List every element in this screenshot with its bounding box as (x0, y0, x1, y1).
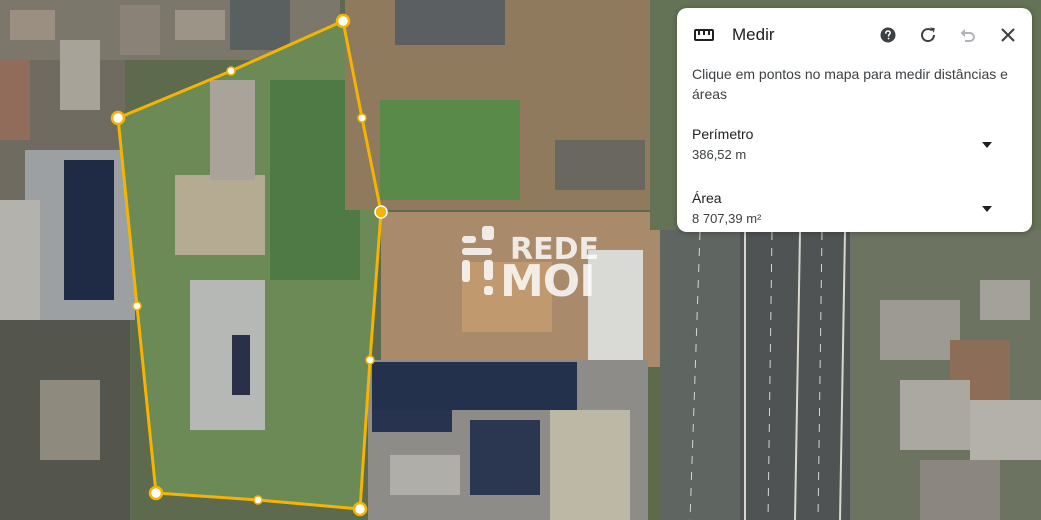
caret-down-icon[interactable] (979, 201, 995, 217)
perimeter-value: 386,52 m (692, 147, 747, 162)
undo-icon (960, 29, 975, 42)
measure-midpoint-handle (365, 355, 375, 365)
measure-vertex-handle (110, 110, 126, 126)
perimeter-row[interactable]: Perímetro 386,52 m (677, 124, 1032, 172)
measure-panel: Medir Clique em pontos no mapa para medi… (677, 8, 1032, 232)
measure-midpoint-handle (253, 495, 263, 505)
area-value: 8 707,39 m² (692, 211, 762, 226)
measure-vertex-handle (352, 501, 368, 517)
caret-down-icon[interactable] (979, 137, 995, 153)
close-button[interactable] (996, 23, 1020, 47)
help-button[interactable] (876, 23, 900, 47)
measure-vertex-handle (335, 13, 351, 29)
perimeter-label: Perímetro (692, 126, 754, 142)
ruler-icon (694, 29, 714, 41)
measure-panel-title: Medir (732, 25, 775, 44)
measure-vertex-handle (148, 485, 164, 501)
measure-panel-header: Medir (677, 8, 1032, 62)
area-row[interactable]: Área 8 707,39 m² (677, 188, 1032, 236)
measure-instruction: Clique em pontos no mapa para medir dist… (692, 66, 1008, 102)
undo-button[interactable] (956, 23, 980, 47)
area-label: Área (692, 190, 722, 206)
rede-moi-logo-icon (462, 226, 494, 295)
measure-midpoint-handle (132, 301, 142, 311)
refresh-icon (921, 27, 936, 43)
measure-midpoint-handle (226, 66, 236, 76)
measure-active-vertex (374, 205, 388, 219)
close-icon (1001, 28, 1015, 42)
watermark-line2: MOI (500, 256, 596, 307)
reset-button[interactable] (916, 23, 940, 47)
measure-midpoint-handle (357, 113, 367, 123)
help-circle-icon (880, 27, 896, 43)
